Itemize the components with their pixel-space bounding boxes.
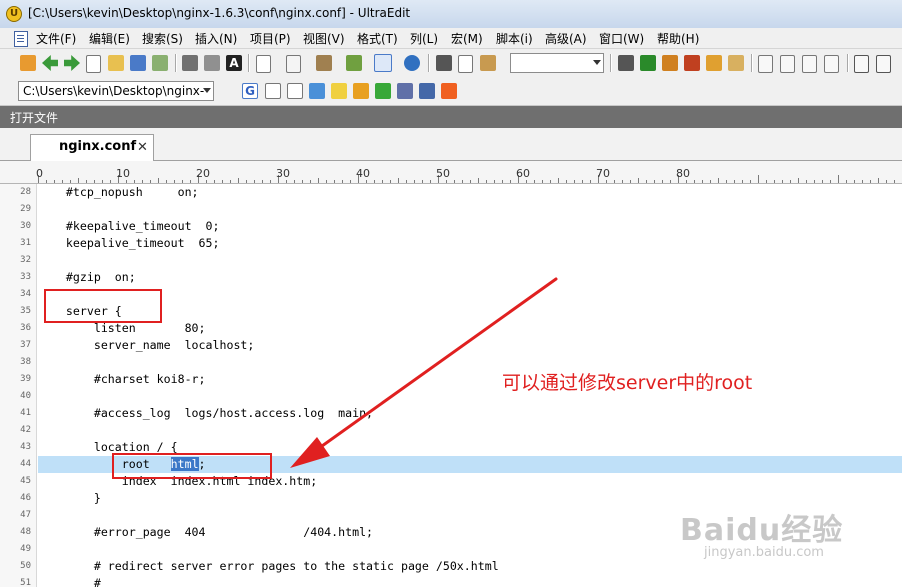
annotation-text: 可以通过修改server中的root: [502, 372, 753, 394]
baidu-jingyan-watermark: Baidu经验 jingyan.baidu.com: [680, 505, 843, 560]
annotation-arrow: [290, 277, 558, 468]
watermark-logo-text: Baidu经验: [680, 513, 844, 548]
watermark-url: jingyan.baidu.com: [704, 545, 824, 560]
